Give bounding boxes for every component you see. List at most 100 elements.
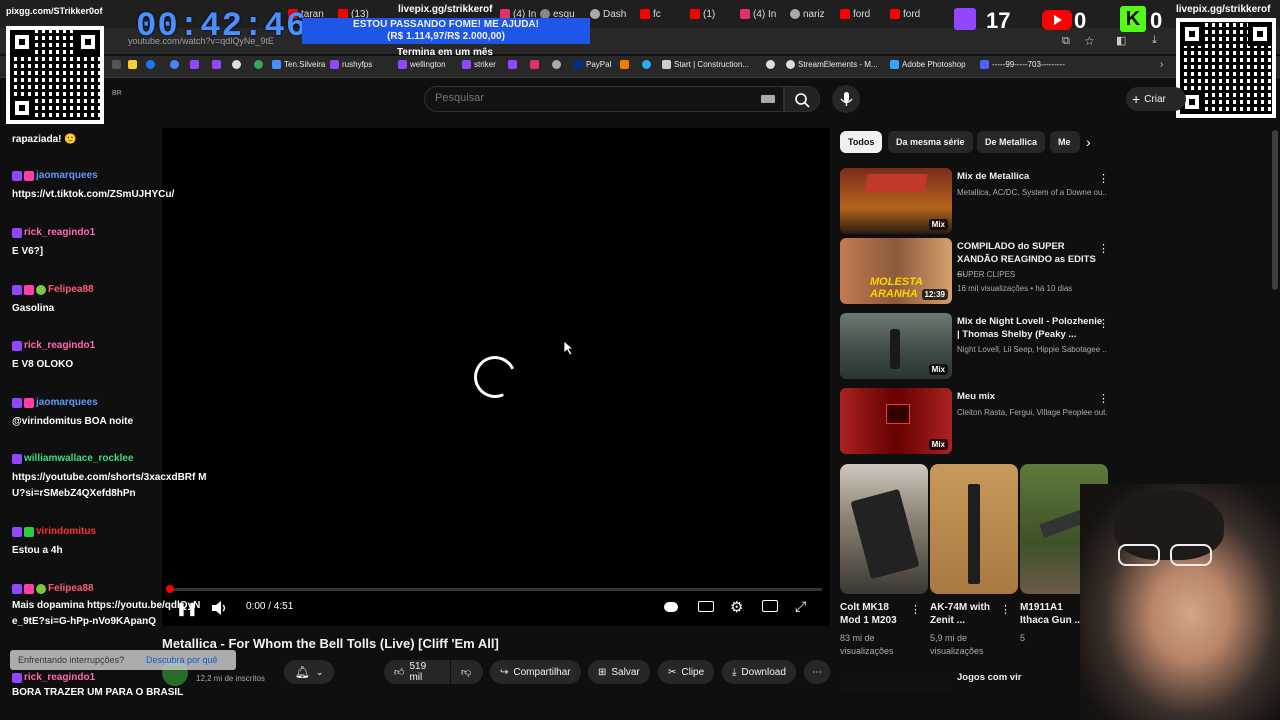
chip-more[interactable]: Me <box>1050 131 1080 153</box>
notification-bell-button[interactable]: 🔔︎ ⌄ <box>284 660 334 684</box>
fullscreen-icon[interactable]: ⤢ <box>795 598 806 615</box>
more-options-icon[interactable]: ⋮ <box>1098 392 1109 405</box>
bookmark-item[interactable]: Ten.Silveira <box>272 60 325 69</box>
twitch-icon[interactable] <box>190 60 199 69</box>
twitch-icon[interactable] <box>508 60 517 69</box>
recommendation-item[interactable]: Mix Mix de Night Lovell - Polozhenie | T… <box>840 313 1110 381</box>
voice-search-button[interactable] <box>832 85 860 113</box>
bookmark-item[interactable]: StreamElements - M... <box>786 60 878 69</box>
volume-icon[interactable] <box>210 600 228 616</box>
subscriber-count: 12,2 mi de inscritos <box>196 674 265 683</box>
short-title[interactable]: AK-74M with Zenit ... <box>930 601 1002 627</box>
chevron-down-icon: ⌄ <box>315 666 324 677</box>
bookmark-item[interactable]: -----99-----703--------- <box>980 60 1065 69</box>
short-title[interactable]: Colt MK18 Mod 1 M203 <box>840 601 912 627</box>
create-button[interactable]: + Criar <box>1126 87 1186 111</box>
bookmark-item[interactable]: rushyfps <box>330 60 372 69</box>
heart-badge-icon <box>24 583 34 594</box>
video-thumbnail[interactable]: Mix <box>840 168 952 234</box>
search-input[interactable] <box>435 92 755 104</box>
github-icon[interactable] <box>766 60 775 69</box>
chip-from-metallica[interactable]: De Metallica <box>977 131 1046 153</box>
figure-silhouette <box>890 329 900 369</box>
save-button[interactable]: ⊞ Salvar <box>588 660 650 684</box>
short-thumbnail[interactable] <box>930 464 1018 594</box>
more-options-icon[interactable]: ⋮ <box>1098 317 1109 330</box>
facebook-icon[interactable] <box>146 60 155 69</box>
extensions-icon[interactable]: ◧ <box>1116 34 1126 47</box>
more-options-icon[interactable]: ⋮ <box>1000 603 1011 616</box>
more-options-icon[interactable]: ⋮ <box>1098 242 1109 255</box>
bookmark-icon[interactable] <box>170 60 179 69</box>
recommendation-title[interactable]: Jogos com vir <box>957 672 1021 683</box>
bookmark-item[interactable]: Start | Construction... <box>662 60 749 69</box>
more-options-icon[interactable]: ⋮ <box>910 603 921 616</box>
search-box[interactable] <box>424 86 784 112</box>
chat-message: rick_reagindo1 E V8 OLOKO <box>12 340 96 370</box>
download-icon[interactable]: ⤓ <box>1152 34 1157 47</box>
github-icon[interactable] <box>232 60 241 69</box>
livepix-label: livepix.gg/strikkerof <box>398 4 493 15</box>
twitch-icon[interactable] <box>212 60 221 69</box>
search-button[interactable] <box>784 86 820 112</box>
video-thumbnail[interactable]: Mix <box>840 313 952 379</box>
instagram-icon[interactable] <box>530 60 539 69</box>
popup-text: Enfrentando interrupções? <box>18 655 125 665</box>
bookmark-item[interactable]: Adobe Photoshop <box>890 60 966 69</box>
bookmark-item[interactable]: striker <box>462 60 496 69</box>
short-views: 5 <box>1020 633 1026 643</box>
autoplay-toggle[interactable] <box>664 602 678 612</box>
telegram-icon[interactable] <box>642 60 651 69</box>
like-button[interactable]: 👍︎ 519 mil <box>384 660 450 684</box>
bookmark-item[interactable]: wellington <box>398 60 446 69</box>
paypal-icon <box>574 60 583 69</box>
dislike-button[interactable]: 👎︎ <box>451 660 483 684</box>
time-display: 0:00 / 4:51 <box>246 601 294 612</box>
subtitles-icon[interactable] <box>698 601 714 612</box>
google-icon[interactable] <box>254 60 263 69</box>
install-icon[interactable]: ⧉ <box>1062 35 1070 48</box>
check-badge-icon <box>24 526 34 537</box>
theater-mode-icon[interactable] <box>762 600 778 612</box>
download-button[interactable]: ⤓ Download <box>722 660 796 684</box>
browser-tab[interactable]: ford <box>840 6 870 22</box>
share-icon: ↪ <box>500 666 509 678</box>
short-thumbnail[interactable] <box>840 464 928 594</box>
chip-same-series[interactable]: Da mesma série <box>888 131 973 153</box>
chevron-right-icon[interactable]: › <box>1086 134 1091 150</box>
chevron-right-icon[interactable]: › <box>1160 59 1163 70</box>
chat-message: Felipea88 Gasolina <box>12 284 94 314</box>
browser-tab[interactable]: Dash <box>590 6 626 22</box>
bookmark-star-icon[interactable]: ☆ <box>1084 34 1095 48</box>
video-thumbnail[interactable]: MOLESTA ARANHA 12:39 <box>840 238 952 304</box>
recommendation-item[interactable]: MOLESTA ARANHA 12:39 COMPILADO do SUPER … <box>840 238 1110 306</box>
settings-icon[interactable]: ⚙ <box>730 598 743 616</box>
more-options-icon[interactable]: ⋮ <box>1098 172 1109 185</box>
video-thumbnail[interactable] <box>840 672 952 692</box>
more-actions-button[interactable]: ⋯ <box>804 660 830 684</box>
page-scrollbar[interactable] <box>1272 130 1278 290</box>
recommendation-item[interactable]: Mix Meu mix Cleiton Rasta, Fergui, Villa… <box>840 388 1110 456</box>
browser-tab[interactable]: (4) In <box>740 6 776 22</box>
bookmark-icon[interactable] <box>620 60 629 69</box>
browser-tab[interactable]: (1) <box>690 6 715 22</box>
bookmark-icon[interactable] <box>112 60 121 69</box>
recommendation-item[interactable]: Mix Mix de Metallica Metallica, AC/DC, S… <box>840 168 1110 236</box>
search-icon <box>795 93 810 108</box>
twitch-icon <box>462 60 471 69</box>
video-thumbnail[interactable]: Mix <box>840 388 952 454</box>
bookmark-icon[interactable] <box>552 60 561 69</box>
progress-bar[interactable] <box>170 588 822 591</box>
browser-tab[interactable]: ford <box>890 6 920 22</box>
keyboard-icon[interactable] <box>761 95 775 103</box>
browser-tab[interactable]: nariz <box>790 6 825 22</box>
chip-all[interactable]: Todos <box>840 131 883 153</box>
browser-tab[interactable]: fc <box>640 6 661 22</box>
region-label: BR <box>112 90 122 97</box>
clip-button[interactable]: ✂ Clipe <box>658 660 715 684</box>
bookmark-item[interactable]: PayPal <box>574 60 611 69</box>
share-button[interactable]: ↪ Compartilhar <box>490 660 581 684</box>
short-views: 5,9 mi de visualizações <box>930 633 984 656</box>
popup-link[interactable]: Descubra por quê <box>146 655 218 665</box>
bookmark-icon[interactable] <box>128 60 137 69</box>
